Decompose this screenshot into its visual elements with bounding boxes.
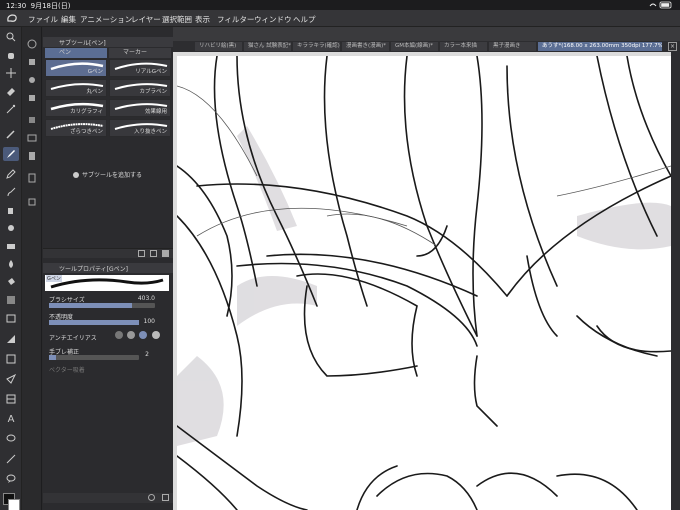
tab-marker[interactable]: マーカー (109, 48, 171, 58)
command-bar (173, 27, 680, 66)
close-icon[interactable] (24, 37, 40, 51)
panel-bottom-bar (43, 493, 173, 503)
gradient-icon[interactable] (3, 293, 19, 307)
menu-window[interactable]: ウィンドウ (254, 14, 292, 25)
ruler-icon[interactable] (3, 352, 19, 366)
stabilize-slider[interactable] (49, 355, 139, 360)
hand-icon[interactable] (3, 48, 19, 62)
fill-icon[interactable] (3, 275, 19, 289)
line-art (177, 56, 671, 510)
menu-help[interactable]: ヘルプ (293, 14, 316, 25)
document-tabs: リハビリ絵(黒) 猫さん 試験表記* キララキラ(確認) 漫画書き(漫画)* G… (173, 41, 680, 52)
rotate-sub-icon[interactable] (24, 73, 40, 87)
command-column (22, 27, 42, 510)
color-sub-icon[interactable] (24, 113, 40, 127)
drawing-canvas[interactable] (177, 56, 671, 510)
tab-doc-5[interactable]: GM本編(線画)* (391, 42, 438, 51)
menu-selection[interactable]: 選択範囲 (162, 14, 192, 25)
magic-wand-icon[interactable] (3, 102, 19, 116)
tab-doc-7[interactable]: 黒子漫画き (489, 42, 536, 51)
text-icon[interactable]: A (3, 412, 19, 426)
tool-palette: A (0, 27, 22, 510)
sub-color-swatch[interactable] (8, 499, 20, 510)
correction-icon[interactable] (3, 452, 19, 466)
menu-filter[interactable]: フィルター (217, 14, 254, 25)
brush-taper-pen[interactable]: 入り抜きペン (109, 119, 171, 137)
eraser-icon[interactable] (3, 239, 19, 253)
brush-size-slider[interactable] (49, 303, 155, 308)
subtool-header: サブツール[ペン] (43, 37, 173, 47)
menu-view[interactable]: 表示 (195, 14, 210, 25)
brush-icon[interactable] (3, 185, 19, 199)
history-sub-icon[interactable] (24, 171, 40, 185)
settings-icon[interactable] (148, 494, 155, 501)
brush-preview: Gペン (45, 275, 169, 291)
antialias-options[interactable] (115, 331, 160, 341)
status-bar: 12:30 9月18日(日) (0, 0, 680, 10)
decoration-icon[interactable] (3, 221, 19, 235)
new-icon[interactable] (150, 250, 157, 257)
lasso-icon[interactable] (3, 432, 19, 446)
brush-round-pen[interactable]: 丸ペン (45, 79, 107, 97)
duplicate-icon[interactable] (138, 250, 145, 257)
tab-doc-4[interactable]: 漫画書き(漫画)* (342, 42, 389, 51)
border-icon[interactable] (3, 392, 19, 406)
vector-snap-row[interactable]: ベクター吸着 (49, 365, 165, 374)
layer-move-icon[interactable] (3, 66, 19, 80)
pen-tool-icon[interactable] (3, 147, 19, 161)
eraser-alt-icon[interactable] (3, 84, 19, 98)
tab-doc-1[interactable]: リハビリ絵(黒) (195, 42, 242, 51)
tab-doc-active[interactable]: あうす*(168.00 x 263.00mm 350dpi 177.7%) (538, 42, 662, 51)
tab-doc-2[interactable]: 猫さん 試験表記* (244, 42, 291, 51)
hand-sub-icon[interactable] (24, 55, 40, 69)
material-sub-icon[interactable] (24, 149, 40, 163)
menu-bar: ファイル 編集 アニメーション レイヤー 選択範囲 表示 フィルター ウィンドウ… (0, 10, 680, 27)
menu-animation[interactable]: アニメーション (80, 14, 132, 25)
layers-sub-icon[interactable] (24, 91, 40, 105)
zoom-icon[interactable] (3, 30, 19, 44)
add-subtool-button[interactable]: サブツールを追加する (73, 170, 142, 179)
wrench-icon[interactable] (162, 494, 169, 501)
brush-rough-pen[interactable]: ざらつきペン (45, 119, 107, 137)
brush-kabura-pen[interactable]: カブラペン (109, 79, 171, 97)
brush-real-gpen[interactable]: リアルGペン (109, 59, 171, 77)
brush-gpen[interactable]: Gペン (45, 59, 107, 77)
vertical-scrollbar[interactable] (671, 52, 680, 510)
frame-icon[interactable] (3, 332, 19, 346)
brush-calligraphy[interactable]: カリグラフィ (45, 99, 107, 117)
tab-doc-6[interactable]: カラー本来描 (440, 42, 487, 51)
brush-effect-line[interactable]: 効果線用 (109, 99, 171, 117)
menu-file[interactable]: ファイル (28, 14, 58, 25)
eyedropper-icon[interactable] (3, 127, 19, 141)
menu-edit[interactable]: 編集 (61, 14, 76, 25)
navigator-sub-icon[interactable] (24, 131, 40, 145)
info-sub-icon[interactable] (24, 195, 40, 209)
speech-icon[interactable] (3, 472, 19, 486)
blend-icon[interactable] (3, 257, 19, 271)
menu-layer[interactable]: レイヤー (131, 14, 161, 25)
toolprop-header: ツールプロパティ[Gペン] (43, 263, 173, 273)
airbrush-icon[interactable] (3, 203, 19, 217)
app-logo-icon[interactable] (6, 13, 18, 24)
opacity-slider[interactable] (49, 320, 139, 325)
close-tab-icon[interactable]: × (668, 42, 677, 51)
tab-pen[interactable]: ペン (45, 48, 107, 58)
figure-icon[interactable] (3, 311, 19, 325)
pencil-icon[interactable] (3, 167, 19, 181)
panel-footer-bar (43, 248, 173, 258)
plus-icon (73, 172, 79, 178)
balloon-icon[interactable] (3, 372, 19, 386)
subtool-panel: サブツール[ペン] ペン マーカー Gペン リアルGペン 丸ペン カブラペン カ… (43, 27, 173, 510)
trash-icon[interactable] (162, 250, 169, 257)
tab-doc-3[interactable]: キララキラ(確認) (293, 42, 340, 51)
